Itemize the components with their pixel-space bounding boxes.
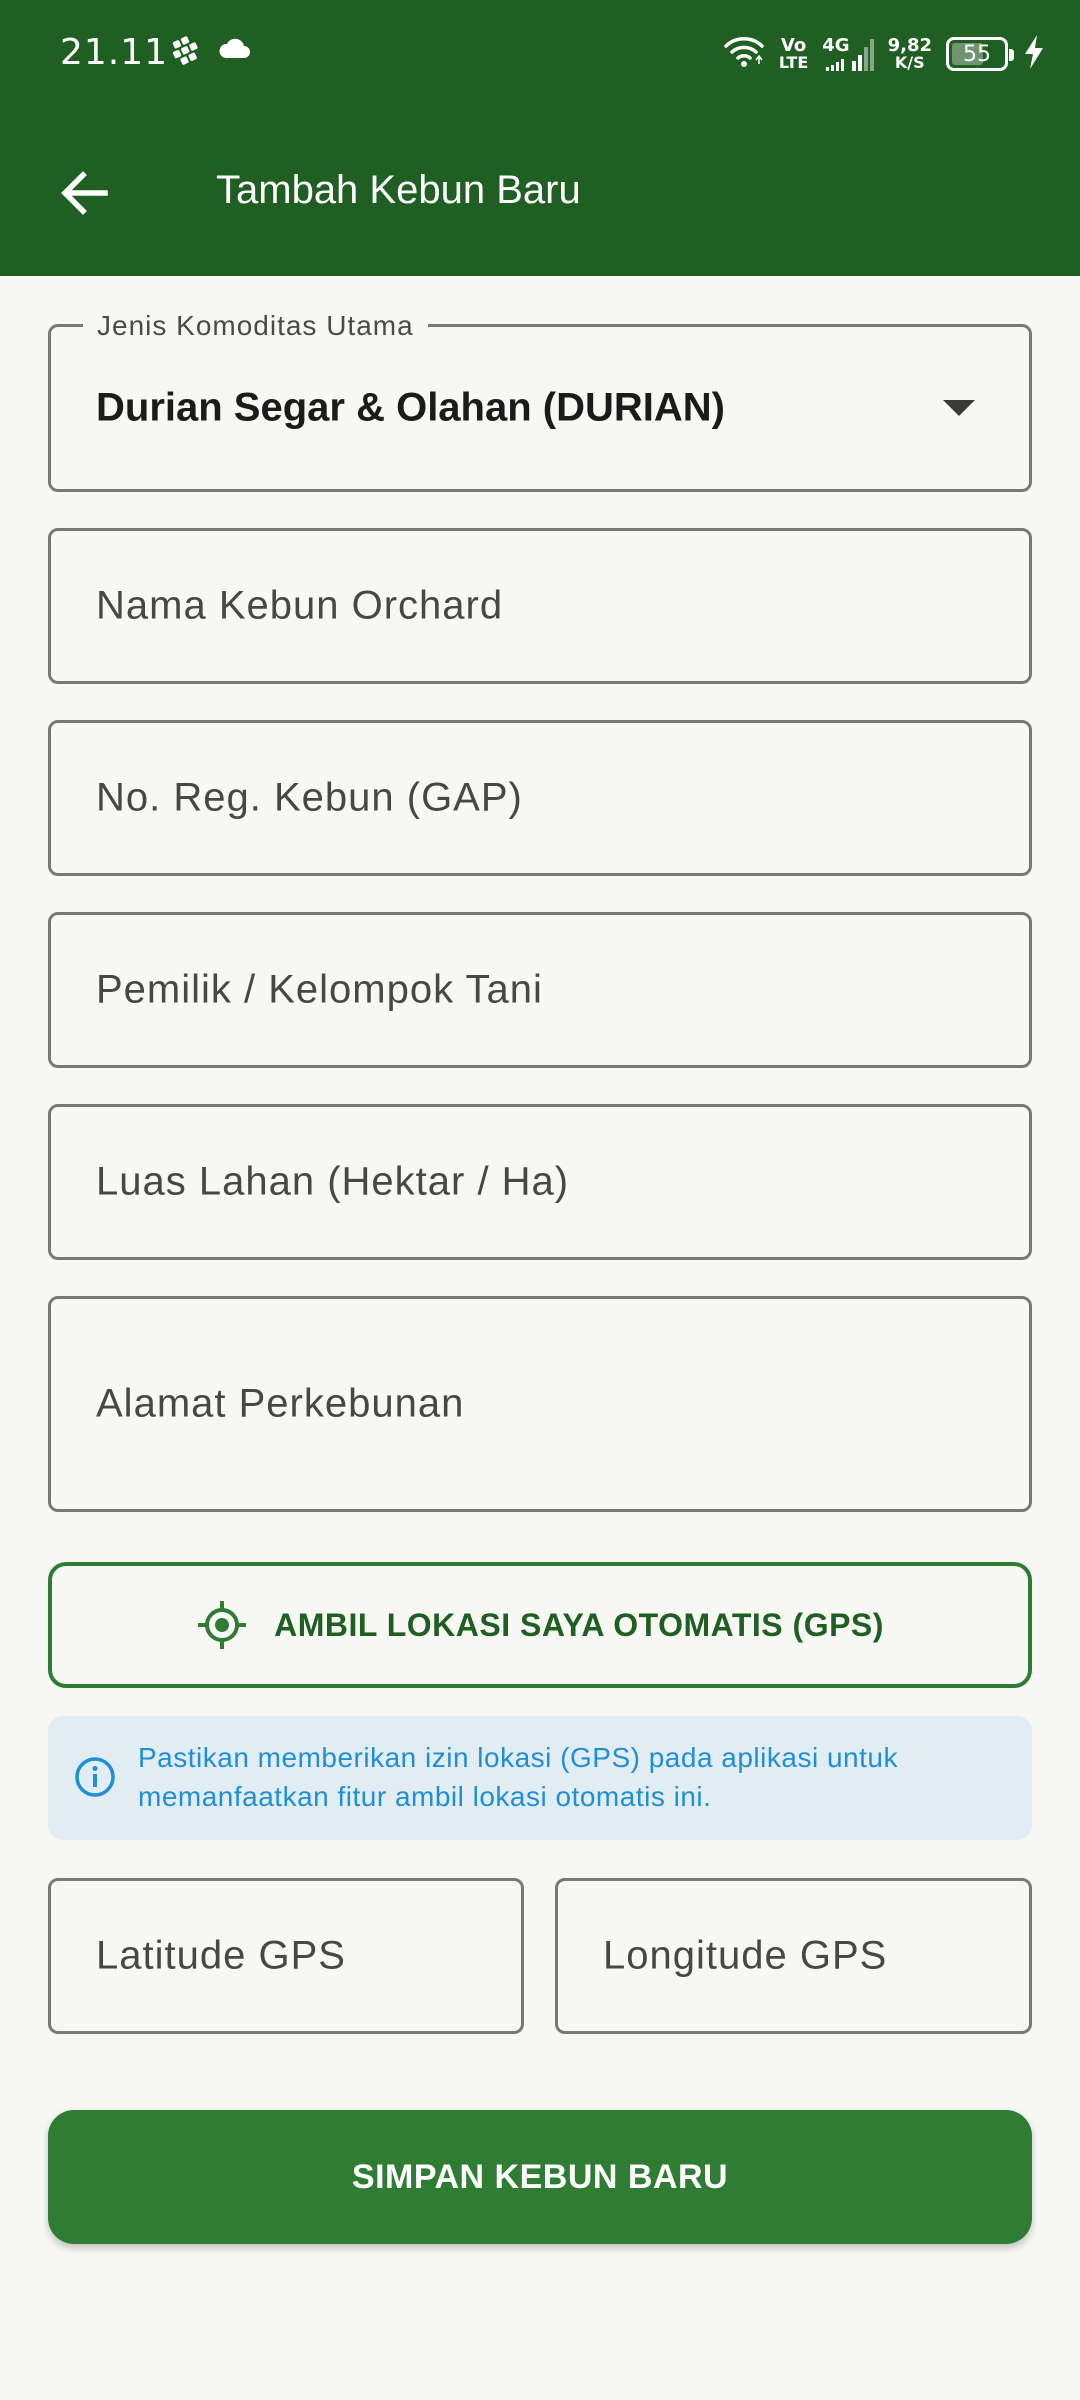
registration-number-placeholder: No. Reg. Kebun (GAP) xyxy=(96,775,523,820)
get-gps-location-button[interactable]: AMBIL LOKASI SAYA OTOMATIS (GPS) xyxy=(48,1562,1032,1688)
orchard-name-input[interactable]: Nama Kebun Orchard xyxy=(48,528,1032,684)
info-text-line2: memanfaatkan fitur ambil lokasi otomatis… xyxy=(138,1781,712,1812)
commodity-label: Jenis Komoditas Utama xyxy=(83,310,428,342)
gps-permission-info: Pastikan memberikan izin lokasi (GPS) pa… xyxy=(48,1716,1032,1840)
app-notification-icon xyxy=(168,34,202,73)
network-speed-unit: K/S xyxy=(894,53,925,72)
orchard-name-placeholder: Nama Kebun Orchard xyxy=(96,583,504,628)
status-time: 21.11 xyxy=(60,32,169,73)
land-area-placeholder: Luas Lahan (Hektar / Ha) xyxy=(96,1159,570,1204)
commodity-dropdown[interactable]: Jenis Komoditas Utama Durian Segar & Ola… xyxy=(48,310,1032,492)
status-bar: 21.11 Vo LTE 4G 9,82 K/S 55 xyxy=(0,0,1080,110)
owner-placeholder: Pemilik / Kelompok Tani xyxy=(96,967,543,1012)
latitude-input[interactable]: Latitude GPS xyxy=(48,1878,524,2034)
status-system-icons: Vo LTE 4G 9,82 K/S 55 xyxy=(723,30,1046,78)
battery-nub xyxy=(1009,49,1014,61)
wifi-icon xyxy=(723,34,765,75)
app-header: 21.11 Vo LTE 4G 9,82 K/S 55 Tambah Kebun… xyxy=(0,0,1080,276)
signal-small-bars-icon xyxy=(825,59,844,71)
cellular-indicator: 4G xyxy=(822,35,874,71)
land-area-input[interactable]: Luas Lahan (Hektar / Ha) xyxy=(48,1104,1032,1260)
volte-bottom-label: LTE xyxy=(778,53,809,72)
longitude-placeholder: Longitude GPS xyxy=(603,1933,888,1978)
battery-icon: 55 xyxy=(946,37,1014,71)
longitude-input[interactable]: Longitude GPS xyxy=(555,1878,1032,2034)
arrow-left-icon xyxy=(61,171,108,215)
get-gps-location-label: AMBIL LOKASI SAYA OTOMATIS (GPS) xyxy=(274,1606,884,1643)
volte-indicator: Vo LTE xyxy=(779,37,808,71)
latitude-placeholder: Latitude GPS xyxy=(96,1933,346,1978)
battery-level: 55 xyxy=(963,41,991,67)
network-speed: 9,82 K/S xyxy=(888,37,932,71)
save-orchard-button[interactable]: SIMPAN KEBUN BARU xyxy=(48,2110,1032,2244)
commodity-value: Durian Segar & Olahan (DURIAN) xyxy=(96,385,725,430)
chevron-down-icon xyxy=(943,400,975,416)
address-placeholder: Alamat Perkebunan xyxy=(96,1381,465,1426)
registration-number-input[interactable]: No. Reg. Kebun (GAP) xyxy=(48,720,1032,876)
save-orchard-label: SIMPAN KEBUN BARU xyxy=(351,2157,729,2196)
info-text-line1: Pastikan memberikan izin lokasi (GPS) pa… xyxy=(138,1742,898,1773)
address-textarea[interactable]: Alamat Perkebunan xyxy=(48,1296,1032,1512)
page-title: Tambah Kebun Baru xyxy=(216,168,581,212)
owner-input[interactable]: Pemilik / Kelompok Tani xyxy=(48,912,1032,1068)
status-notification-icons xyxy=(168,34,252,73)
signal-strength-icon xyxy=(851,39,874,71)
back-button[interactable] xyxy=(52,160,118,226)
network-type-label: 4G xyxy=(822,35,850,56)
gps-target-icon xyxy=(198,1601,247,1649)
info-icon xyxy=(75,1757,115,1797)
charging-bolt-icon xyxy=(1022,34,1046,75)
info-text: Pastikan memberikan izin lokasi (GPS) pa… xyxy=(138,1738,998,1816)
cloud-icon xyxy=(218,34,252,73)
